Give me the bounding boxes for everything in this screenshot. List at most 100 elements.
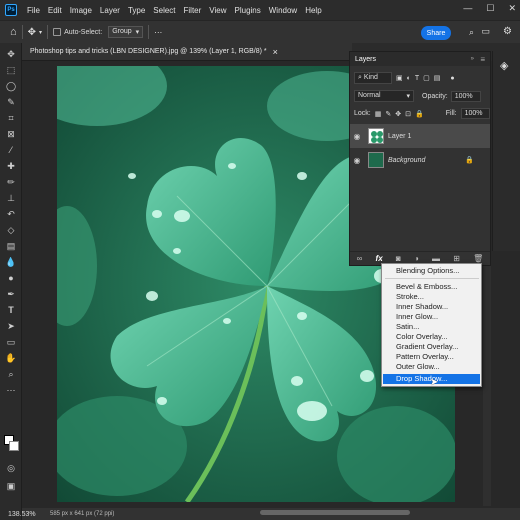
menu-view[interactable]: View xyxy=(205,6,230,15)
menu-pattern-overlay[interactable]: Pattern Overlay... xyxy=(396,352,480,362)
filter-kind-dropdown[interactable]: ⌕ Kind xyxy=(354,72,392,84)
group-folder-icon[interactable]: ▬ xyxy=(432,254,440,263)
path-select-icon[interactable]: ➤ xyxy=(4,319,18,333)
blur-tool-icon[interactable]: 💧 xyxy=(4,255,18,269)
zoom-level[interactable]: 138.53% xyxy=(8,511,36,518)
auto-select-dropdown[interactable]: Group ▾ xyxy=(108,26,144,38)
maximize-icon[interactable]: ☐ xyxy=(486,3,494,14)
menu-edit[interactable]: Edit xyxy=(44,6,66,15)
adjustment-icon[interactable]: ◑ xyxy=(414,254,419,263)
dodge-tool-icon[interactable]: ● xyxy=(4,271,18,285)
home-icon[interactable]: ⌂ xyxy=(10,26,17,38)
zoom-tool-icon[interactable]: ⌕ xyxy=(4,367,18,381)
menu-image[interactable]: Image xyxy=(66,6,96,15)
fill-field[interactable]: 100% xyxy=(460,108,490,119)
menu-stroke[interactable]: Stroke... xyxy=(396,292,480,302)
horizontal-scrollbar[interactable] xyxy=(260,510,410,515)
share-button[interactable]: Share xyxy=(421,26,451,40)
filter-toggle-icon[interactable]: ● xyxy=(450,75,454,82)
lock-artboard-icon[interactable]: ⊡ xyxy=(405,110,411,118)
close-tab-icon[interactable]: × xyxy=(273,47,278,57)
new-layer-icon[interactable]: ⊞ xyxy=(453,254,460,263)
background-color-swatch[interactable] xyxy=(9,441,19,451)
crop-tool-icon[interactable]: ⌗ xyxy=(4,111,18,125)
move-tool-icon[interactable]: ✥ xyxy=(4,47,18,61)
type-filter-icon[interactable]: T xyxy=(415,75,419,82)
menu-file[interactable]: File xyxy=(23,6,44,15)
smart-object-filter-icon[interactable]: ▤ xyxy=(434,74,441,82)
gear-icon[interactable]: ⚙ xyxy=(503,26,512,37)
pixel-filter-icon[interactable]: ▣ xyxy=(396,74,403,82)
menu-bevel-emboss[interactable]: Bevel & Emboss... xyxy=(396,282,480,292)
document-info[interactable]: 585 px x 641 px (72 ppi) xyxy=(50,511,114,517)
layer-row-background[interactable]: ◉ Background 🔒 xyxy=(350,148,490,172)
menu-layer[interactable]: Layer xyxy=(96,6,124,15)
lock-icon[interactable]: 🔒 xyxy=(465,156,474,164)
fx-icon[interactable]: fx xyxy=(376,254,383,263)
search-icon[interactable]: ⌕ xyxy=(469,27,474,38)
gradient-tool-icon[interactable]: ▤ xyxy=(4,239,18,253)
chevron-down-icon[interactable]: ▾ xyxy=(39,29,42,36)
healing-brush-icon[interactable]: ✚ xyxy=(4,159,18,173)
lock-position-icon[interactable]: ✥ xyxy=(395,110,401,118)
lock-paint-icon[interactable]: ✎ xyxy=(385,110,391,118)
menu-outer-glow[interactable]: Outer Glow... xyxy=(396,362,480,372)
menu-color-overlay[interactable]: Color Overlay... xyxy=(396,332,480,342)
brush-tool-icon[interactable]: ✏ xyxy=(4,175,18,189)
marquee-tool-icon[interactable]: ⬚ xyxy=(4,63,18,77)
frame-tool-icon[interactable]: ⊠ xyxy=(4,127,18,141)
history-brush-icon[interactable]: ↶ xyxy=(4,207,18,221)
panel-collapse-icon[interactable]: » xyxy=(471,56,474,62)
shape-filter-icon[interactable]: ▢ xyxy=(423,74,430,82)
blend-mode-dropdown[interactable]: Normal ▾ xyxy=(354,90,414,102)
quick-select-icon[interactable]: ✎ xyxy=(4,95,18,109)
eyedropper-icon[interactable]: ⁄ xyxy=(4,143,18,157)
trash-icon[interactable]: 🗑 xyxy=(473,254,483,263)
screen-mode-icon[interactable]: ▣ xyxy=(4,479,18,493)
transform-controls-icon[interactable]: ⋯ xyxy=(154,28,162,37)
link-icon[interactable]: ∞ xyxy=(357,254,363,263)
auto-select-checkbox[interactable] xyxy=(53,28,62,36)
clone-stamp-icon[interactable]: ⊥ xyxy=(4,191,18,205)
menu-inner-shadow[interactable]: Inner Shadow... xyxy=(396,302,480,312)
close-icon[interactable]: ✕ xyxy=(508,3,516,14)
mask-icon[interactable]: ◙ xyxy=(396,254,401,263)
menu-inner-glow[interactable]: Inner Glow... xyxy=(396,312,480,322)
menu-blending-options[interactable]: Blending Options... xyxy=(396,266,480,276)
menu-filter[interactable]: Filter xyxy=(180,6,206,15)
shape-tool-icon[interactable]: ▭ xyxy=(4,335,18,349)
eye-icon[interactable]: ◉ xyxy=(350,156,364,165)
menu-help[interactable]: Help xyxy=(301,6,325,15)
layer-row-layer1[interactable]: ◉ Layer 1 xyxy=(350,124,490,148)
move-tool-icon[interactable]: ✥ xyxy=(28,27,36,38)
quick-mask-icon[interactable]: ◎ xyxy=(4,461,18,475)
menu-select[interactable]: Select xyxy=(149,6,179,15)
menu-satin[interactable]: Satin... xyxy=(396,322,480,332)
menu-type[interactable]: Type xyxy=(124,6,149,15)
menu-window[interactable]: Window xyxy=(265,6,301,15)
document-tab[interactable]: Photoshop tips and tricks (LBN DESIGNER)… xyxy=(22,43,352,61)
pen-tool-icon[interactable]: ✒ xyxy=(4,287,18,301)
fill-value: 100% xyxy=(464,110,483,117)
layer-name[interactable]: Layer 1 xyxy=(388,133,411,140)
minimize-icon[interactable]: — xyxy=(463,3,472,14)
layers-tab[interactable]: Layers xyxy=(355,56,376,63)
panel-menu-icon[interactable]: ≡ xyxy=(480,55,485,64)
layer-name[interactable]: Background xyxy=(388,157,425,164)
lock-all-icon[interactable]: 🔒 xyxy=(415,110,424,118)
group-value: Group xyxy=(112,28,132,35)
workspace-icon[interactable]: ▭ xyxy=(481,26,490,37)
adjustment-filter-icon[interactable]: ◐ xyxy=(407,75,411,82)
eye-icon[interactable]: ◉ xyxy=(350,132,364,141)
more-tools-icon[interactable]: ⋯ xyxy=(4,383,18,397)
opacity-field[interactable]: 100% xyxy=(450,90,481,102)
vertical-scrollbar[interactable] xyxy=(483,266,491,506)
type-tool-icon[interactable]: T xyxy=(4,303,18,317)
eraser-tool-icon[interactable]: ◇ xyxy=(4,223,18,237)
hand-tool-icon[interactable]: ✋ xyxy=(4,351,18,365)
menu-plugins[interactable]: Plugins xyxy=(231,6,265,15)
lasso-tool-icon[interactable]: ◯ xyxy=(4,79,18,93)
lock-pixels-icon[interactable]: ▦ xyxy=(375,110,382,118)
layers-dock-icon[interactable]: ◈ xyxy=(500,59,514,73)
menu-gradient-overlay[interactable]: Gradient Overlay... xyxy=(396,342,480,352)
